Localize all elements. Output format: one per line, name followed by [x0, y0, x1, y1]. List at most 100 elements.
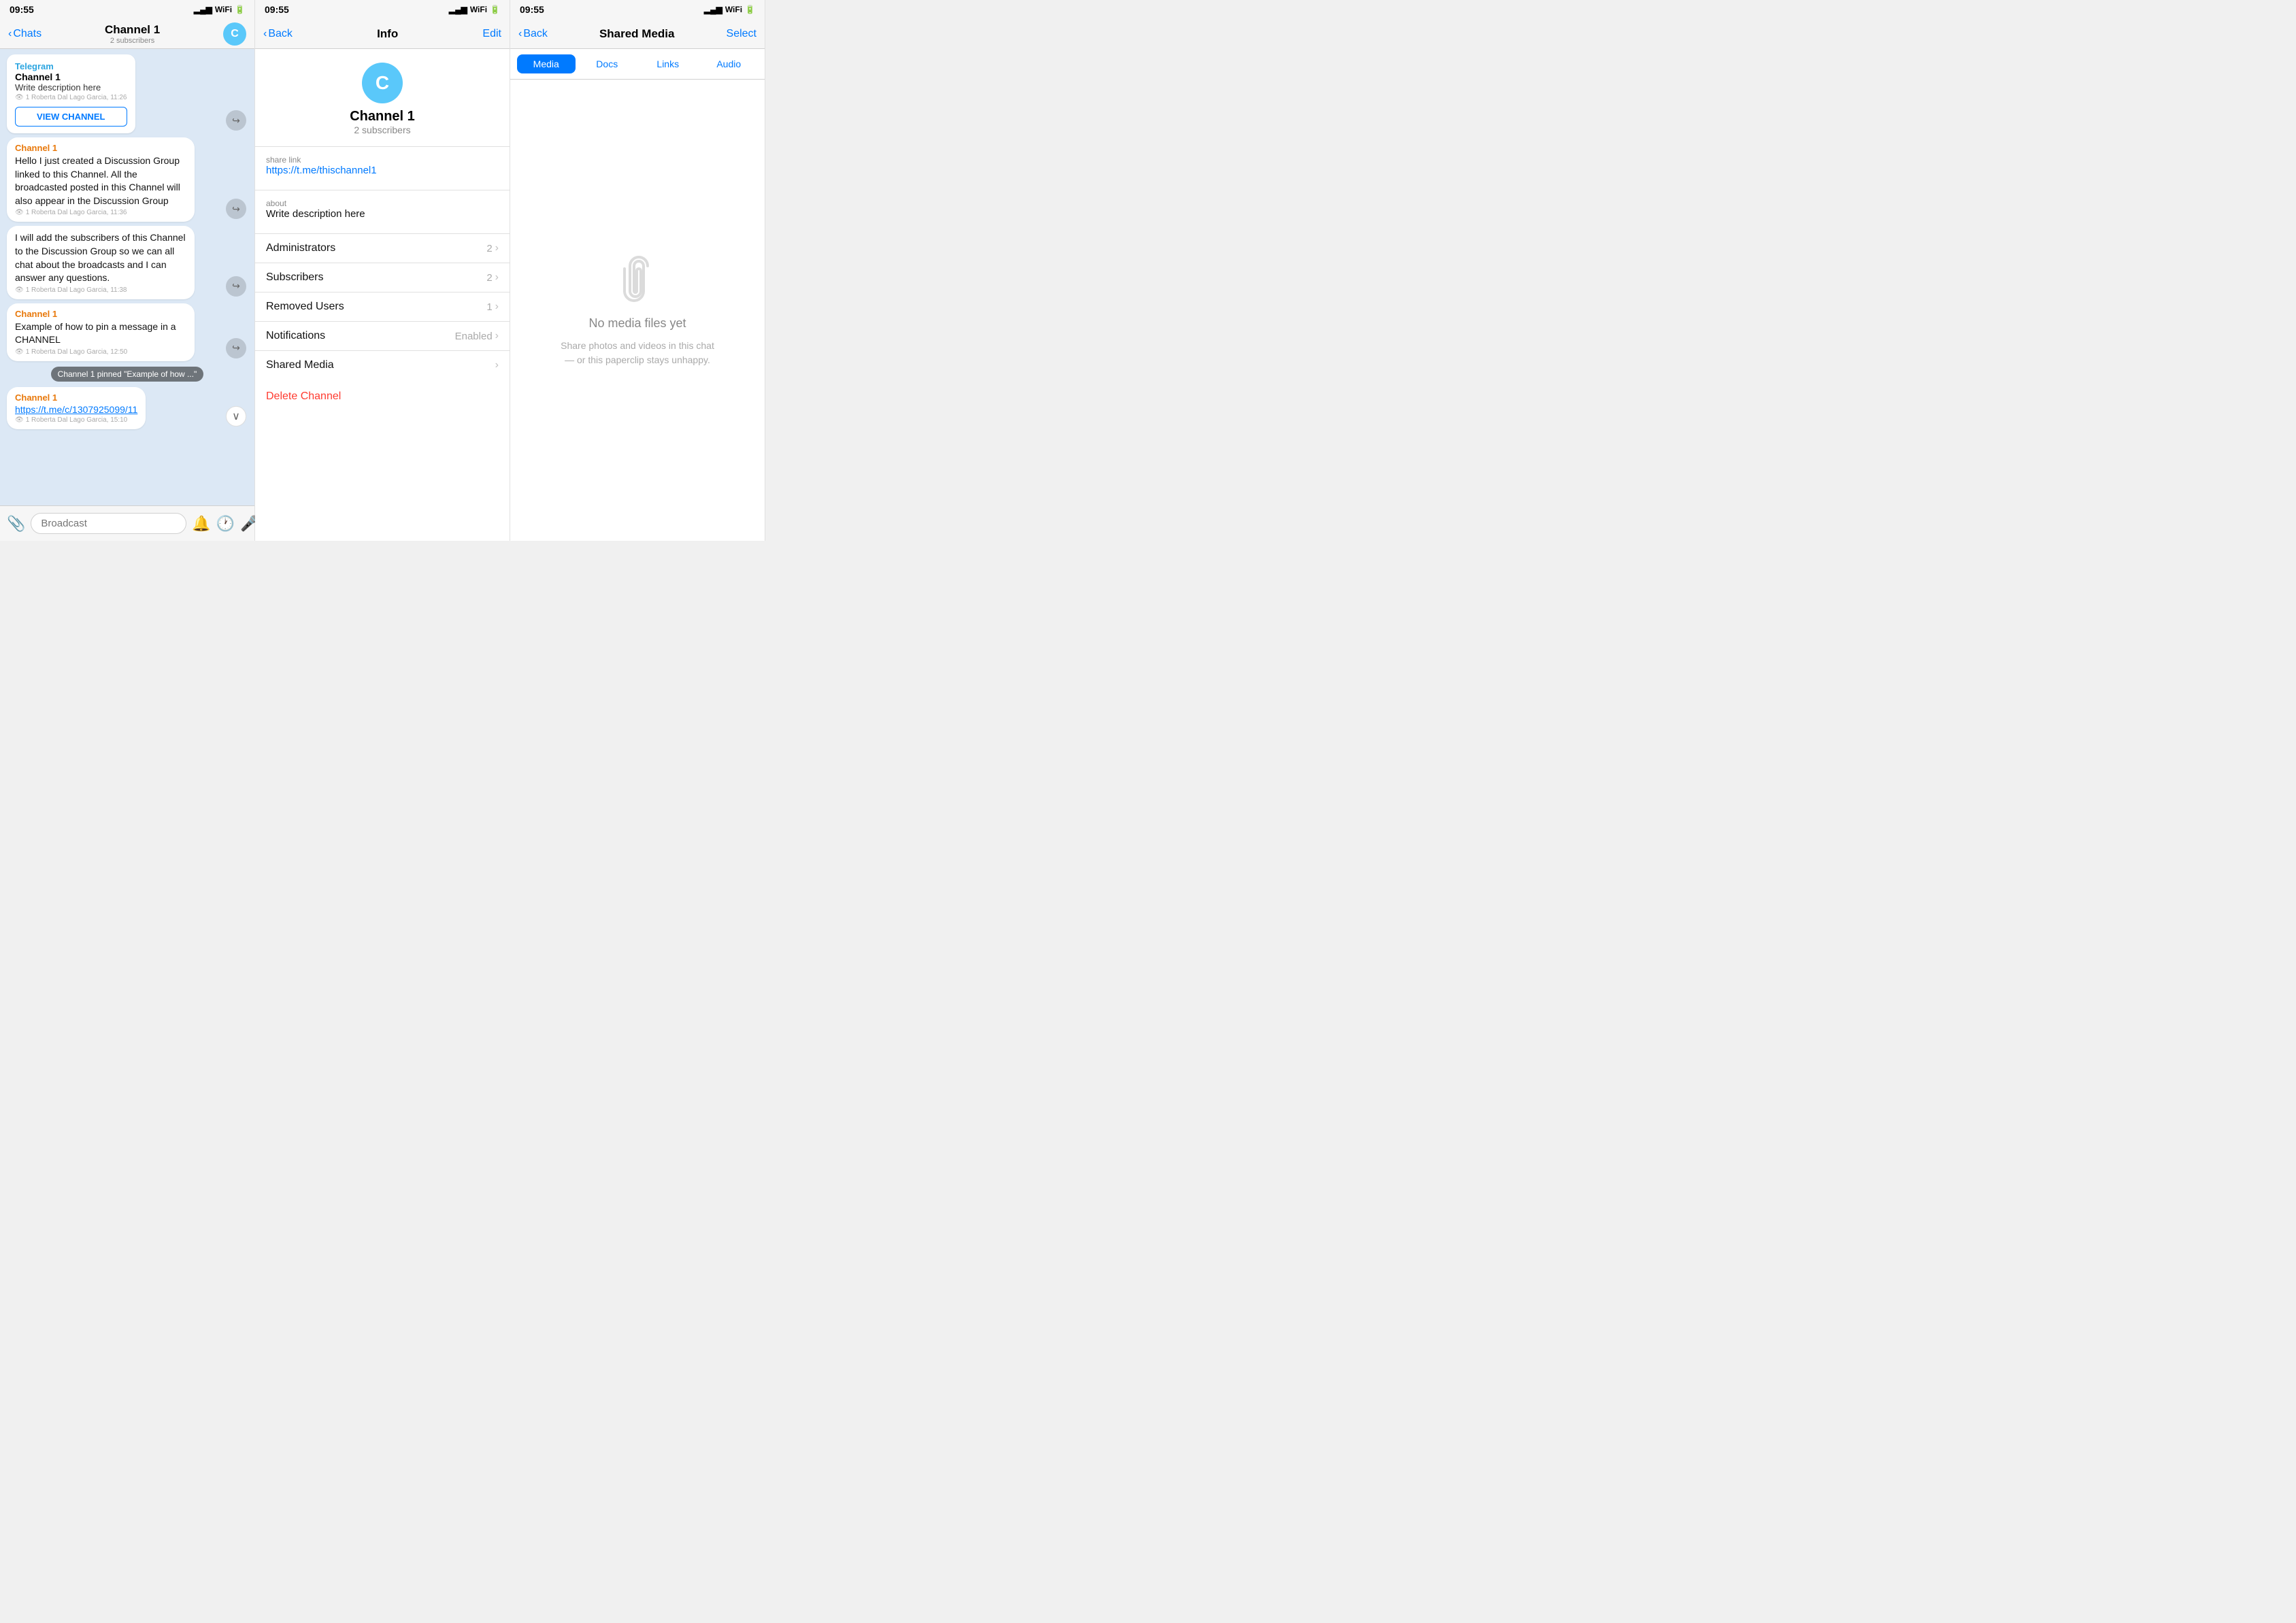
chat-title: Channel 1	[105, 23, 160, 37]
time-1: 09:55	[10, 4, 34, 15]
delete-section: Delete Channel	[255, 380, 510, 414]
nav-title-block: Channel 1 2 subscribers	[105, 23, 160, 45]
shared-media-value: ›	[495, 359, 499, 371]
wifi-icon: WiFi	[215, 5, 232, 14]
removed-users-value: 1 ›	[486, 301, 499, 313]
msg-link[interactable]: https://t.me/c/1307925099/11	[15, 404, 137, 415]
scroll-down-button[interactable]: ∨	[226, 406, 246, 426]
msg-meta-1: 👁 1 Roberta Dal Lago Garcia, 11:36	[15, 209, 186, 216]
msg-sender-1: Channel 1	[15, 143, 186, 153]
back-to-chats[interactable]: ‹ Chats	[8, 28, 41, 40]
battery-icon-3: 🔋	[745, 5, 755, 14]
msg-description: Write description here	[15, 82, 127, 93]
eye-icon-2: 👁	[15, 286, 24, 294]
share-link-value[interactable]: https://t.me/thischannel1	[266, 165, 499, 176]
shared-media-panel: 09:55 ▂▄▆ WiFi 🔋 ‹ Back Shared Media Sel…	[510, 0, 765, 541]
subscribers-item[interactable]: Subscribers 2 ›	[255, 263, 510, 292]
view-channel-button[interactable]: VIEW CHANNEL	[15, 107, 127, 127]
administrators-item[interactable]: Administrators 2 ›	[255, 234, 510, 263]
info-about-section: about Write description here	[255, 190, 510, 234]
telegram-header-msg: Telegram Channel 1 Write description her…	[7, 54, 135, 133]
msg-channel-name: Channel 1	[15, 71, 127, 82]
forward-btn-3[interactable]: ↪	[226, 338, 246, 358]
media-title: Shared Media	[599, 27, 675, 41]
msg-wrapper-1: Channel 1 Hello I just created a Discuss…	[7, 137, 220, 222]
channel-avatar-nav[interactable]: C	[223, 22, 246, 46]
media-tabs: Media Docs Links Audio	[510, 49, 765, 80]
tab-media[interactable]: Media	[517, 54, 576, 73]
status-bar-1: 09:55 ▂▄▆ WiFi 🔋	[0, 0, 254, 19]
shared-media-item[interactable]: Shared Media ›	[255, 351, 510, 380]
chevron-right-icon-4: ›	[495, 330, 499, 342]
subscribers-value: 2 ›	[486, 271, 499, 284]
chevron-right-icon-3: ›	[495, 301, 499, 313]
notification-bell-button[interactable]: 🔔	[192, 515, 210, 533]
chat-msg-3: Channel 1 Example of how to pin a messag…	[7, 303, 195, 361]
msg-meta-3: 👁 1 Roberta Dal Lago Garcia, 12:50	[15, 348, 186, 356]
info-back-button[interactable]: ‹ Back	[263, 28, 293, 40]
forward-btn-0[interactable]: ↪	[226, 110, 246, 131]
chat-msg-4: Channel 1 https://t.me/c/1307925099/11 👁…	[7, 387, 146, 429]
signal-icon-2: ▂▄▆	[449, 5, 467, 14]
about-row: about Write description here	[266, 199, 499, 220]
broadcast-input[interactable]	[31, 513, 186, 534]
share-link-label: share link	[266, 155, 499, 165]
notifications-item[interactable]: Notifications Enabled ›	[255, 322, 510, 351]
msg-text-1: Hello I just created a Discussion Group …	[15, 154, 186, 207]
chevron-left-icon-2: ‹	[263, 28, 267, 40]
tab-links[interactable]: Links	[639, 54, 697, 73]
msg-sender-3: Channel 1	[15, 309, 186, 319]
delete-channel-button[interactable]: Delete Channel	[266, 390, 341, 402]
input-bar: 📎 🔔 🕐 🎤	[0, 505, 254, 541]
chat-msg-1: Channel 1 Hello I just created a Discuss…	[7, 137, 195, 222]
subscribers-label: Subscribers	[266, 271, 323, 284]
pinned-notice: Channel 1 pinned "Example of how ..."	[51, 367, 204, 382]
paperclip-icon	[610, 254, 665, 308]
wifi-icon-3: WiFi	[725, 5, 742, 14]
msg-meta-2: 👁 1 Roberta Dal Lago Garcia, 11:38	[15, 286, 186, 294]
media-back-button[interactable]: ‹ Back	[518, 28, 548, 40]
eye-icon-4: 👁	[15, 416, 24, 424]
status-icons-2: ▂▄▆ WiFi 🔋	[449, 5, 500, 14]
chevron-left-icon-3: ‹	[518, 28, 522, 40]
select-button[interactable]: Select	[727, 28, 756, 40]
media-empty-state: No media files yet Share photos and vide…	[510, 80, 765, 541]
media-empty-title: No media files yet	[588, 316, 686, 331]
removed-users-item[interactable]: Removed Users 1 ›	[255, 292, 510, 322]
info-subscribers: 2 subscribers	[354, 124, 410, 135]
about-value: Write description here	[266, 208, 499, 220]
time-3: 09:55	[520, 4, 544, 15]
forward-btn-2[interactable]: ↪	[226, 276, 246, 297]
status-bar-2: 09:55 ▂▄▆ WiFi 🔋	[255, 0, 510, 19]
attachment-button[interactable]: 📎	[7, 515, 25, 533]
msg-wrapper-4: Channel 1 https://t.me/c/1307925099/11 👁…	[7, 387, 220, 429]
notifications-label: Notifications	[266, 330, 325, 342]
status-icons-3: ▂▄▆ WiFi 🔋	[704, 5, 755, 14]
administrators-label: Administrators	[266, 242, 335, 254]
info-panel: 09:55 ▂▄▆ WiFi 🔋 ‹ Back Info Edit C Chan…	[255, 0, 510, 541]
timer-button[interactable]: 🕐	[216, 515, 235, 533]
status-icons-1: ▂▄▆ WiFi 🔋	[194, 5, 245, 14]
chat-subtitle: 2 subscribers	[110, 37, 154, 45]
msg-meta-0: 👁 1 Roberta Dal Lago Garcia, 11:26	[15, 94, 127, 101]
info-link-section: share link https://t.me/thischannel1	[255, 147, 510, 190]
forward-btn-1[interactable]: ↪	[226, 199, 246, 219]
wifi-icon-2: WiFi	[470, 5, 487, 14]
msg-meta-4: 👁 1 Roberta Dal Lago Garcia, 15:10	[15, 416, 137, 424]
msg-wrapper-header: Telegram Channel 1 Write description her…	[7, 54, 220, 133]
info-channel-name: Channel 1	[350, 109, 415, 124]
removed-users-label: Removed Users	[266, 301, 344, 313]
status-bar-3: 09:55 ▂▄▆ WiFi 🔋	[510, 0, 765, 19]
eye-icon: 👁	[15, 94, 24, 101]
administrators-value: 2 ›	[486, 242, 499, 254]
edit-button[interactable]: Edit	[482, 28, 501, 40]
shared-media-label: Shared Media	[266, 359, 334, 371]
tab-docs[interactable]: Docs	[578, 54, 637, 73]
media-nav-bar: ‹ Back Shared Media Select	[510, 19, 765, 49]
signal-icon-3: ▂▄▆	[704, 5, 722, 14]
info-avatar: C	[362, 63, 403, 103]
chevron-left-icon: ‹	[8, 28, 12, 40]
chevron-right-icon: ›	[495, 242, 499, 254]
msg-text-3: Example of how to pin a message in a CHA…	[15, 320, 186, 347]
tab-audio[interactable]: Audio	[700, 54, 759, 73]
